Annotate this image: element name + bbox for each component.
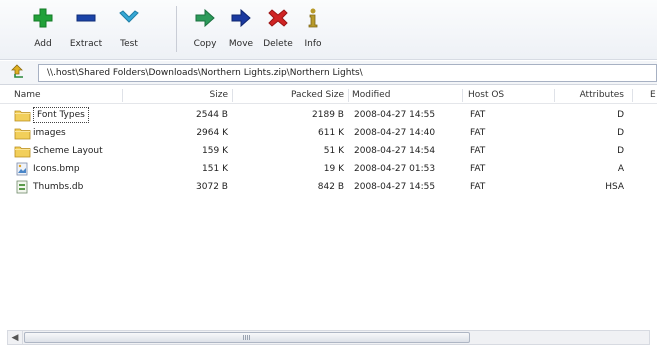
modified-cell: 2008-04-27 14:54 (354, 146, 436, 156)
packed-size-cell: 51 K (323, 146, 344, 156)
up-folder-icon[interactable] (9, 64, 25, 80)
minus-icon (72, 4, 100, 32)
attributes-cell: D (617, 110, 624, 120)
info-button-label: Info (304, 39, 322, 49)
name-cell: Scheme Layout (14, 142, 103, 160)
delete-x-icon (264, 4, 292, 32)
column-header-attributes[interactable]: Attributes (560, 87, 624, 104)
size-cell: 3072 B (196, 182, 228, 192)
check-chevron-icon (115, 4, 143, 32)
modified-cell: 2008-04-27 14:55 (354, 110, 436, 120)
delete-button-label: Delete (263, 39, 293, 49)
column-divider[interactable] (232, 89, 233, 102)
scroll-left-button[interactable]: ◀ (8, 331, 23, 344)
toolbar-group-file: Copy Move Delete Info (190, 4, 326, 56)
file-name: images (33, 128, 66, 138)
name-cell: Thumbs.db (14, 178, 83, 196)
copy-arrow-icon (191, 4, 219, 32)
extract-button[interactable]: Extract (64, 4, 108, 56)
move-arrow-icon (227, 4, 255, 32)
column-divider[interactable] (122, 89, 123, 102)
toolbar-separator (176, 6, 177, 52)
packed-size-cell: 611 K (318, 128, 344, 138)
column-divider[interactable] (462, 89, 463, 102)
copy-button[interactable]: Copy (190, 4, 220, 56)
table-row[interactable]: Icons.bmp 151 K 19 K 2008-04-27 01:53 FA… (0, 160, 657, 178)
table-row[interactable]: Font Types 2544 B 2189 B 2008-04-27 14:5… (0, 106, 657, 124)
column-header-packed-size[interactable]: Packed Size (262, 87, 344, 104)
grip-icon (243, 335, 251, 340)
modified-cell: 2008-04-27 14:40 (354, 128, 436, 138)
info-button[interactable]: Info (300, 4, 326, 56)
table-row[interactable]: Thumbs.db 3072 B 842 B 2008-04-27 14:55 … (0, 178, 657, 196)
column-header-name[interactable]: Name (14, 87, 41, 104)
host-os-cell: FAT (470, 146, 486, 156)
name-cell: Icons.bmp (14, 160, 80, 178)
column-header-host-os[interactable]: Host OS (468, 87, 504, 104)
table-row[interactable]: images 2964 K 611 K 2008-04-27 14:40 FAT… (0, 124, 657, 142)
attributes-cell: D (617, 146, 624, 156)
table-row[interactable]: Scheme Layout 159 K 51 K 2008-04-27 14:5… (0, 142, 657, 160)
column-header-modified[interactable]: Modified (352, 87, 390, 104)
delete-button[interactable]: Delete (260, 4, 296, 56)
column-divider[interactable] (632, 89, 633, 102)
host-os-cell: FAT (470, 110, 486, 120)
test-button-label: Test (120, 39, 138, 49)
size-cell: 151 K (202, 164, 228, 174)
name-cell: images (14, 124, 66, 142)
scrollbar-thumb[interactable] (24, 332, 470, 343)
modified-cell: 2008-04-27 14:55 (354, 182, 436, 192)
size-cell: 2544 B (196, 110, 228, 120)
folder-icon (14, 146, 31, 158)
folder-icon (14, 110, 31, 122)
column-header-extra[interactable]: E (650, 87, 656, 104)
size-cell: 159 K (202, 146, 228, 156)
file-name: Scheme Layout (33, 146, 103, 156)
bitmap-file-icon (16, 162, 28, 176)
list-header: Name Size Packed Size Modified Host OS A… (0, 87, 657, 104)
file-name: Font Types (33, 107, 89, 123)
add-button[interactable]: Add (28, 4, 58, 56)
host-os-cell: FAT (470, 182, 486, 192)
address-field[interactable]: \\.host\Shared Folders\Downloads\Norther… (38, 64, 657, 82)
attributes-cell: A (617, 164, 624, 174)
column-divider[interactable] (554, 89, 555, 102)
test-button[interactable]: Test (114, 4, 144, 56)
move-button-label: Move (228, 39, 254, 49)
chevron-left-icon: ◀ (11, 332, 19, 343)
file-name: Thumbs.db (33, 182, 84, 192)
host-os-cell: FAT (470, 164, 486, 174)
address-bar: \\.host\Shared Folders\Downloads\Norther… (0, 61, 657, 85)
horizontal-scrollbar[interactable]: ◀ (7, 330, 650, 345)
move-button[interactable]: Move (225, 4, 257, 56)
packed-size-cell: 19 K (323, 164, 344, 174)
attributes-cell: HSA (605, 182, 624, 192)
host-os-cell: FAT (470, 128, 486, 138)
add-button-label: Add (34, 39, 52, 49)
db-file-icon (16, 180, 28, 194)
extract-button-label: Extract (69, 39, 103, 49)
packed-size-cell: 842 B (317, 182, 344, 192)
file-name: Icons.bmp (33, 164, 80, 174)
packed-size-cell: 2189 B (312, 110, 344, 120)
column-header-size[interactable]: Size (160, 87, 228, 104)
folder-icon (14, 128, 31, 140)
info-icon (299, 4, 327, 32)
column-divider[interactable] (348, 89, 349, 102)
name-cell: Font Types (14, 106, 89, 124)
file-list: Font Types 2544 B 2189 B 2008-04-27 14:5… (0, 106, 657, 196)
toolbar-group-archive: Add Extract Test (28, 4, 144, 56)
copy-button-label: Copy (193, 39, 217, 49)
attributes-cell: D (617, 128, 624, 138)
size-cell: 2964 K (196, 128, 228, 138)
modified-cell: 2008-04-27 01:53 (354, 164, 436, 174)
toolbar: Add Extract Test Copy Move Delete Info (0, 0, 657, 60)
plus-icon (29, 4, 57, 32)
